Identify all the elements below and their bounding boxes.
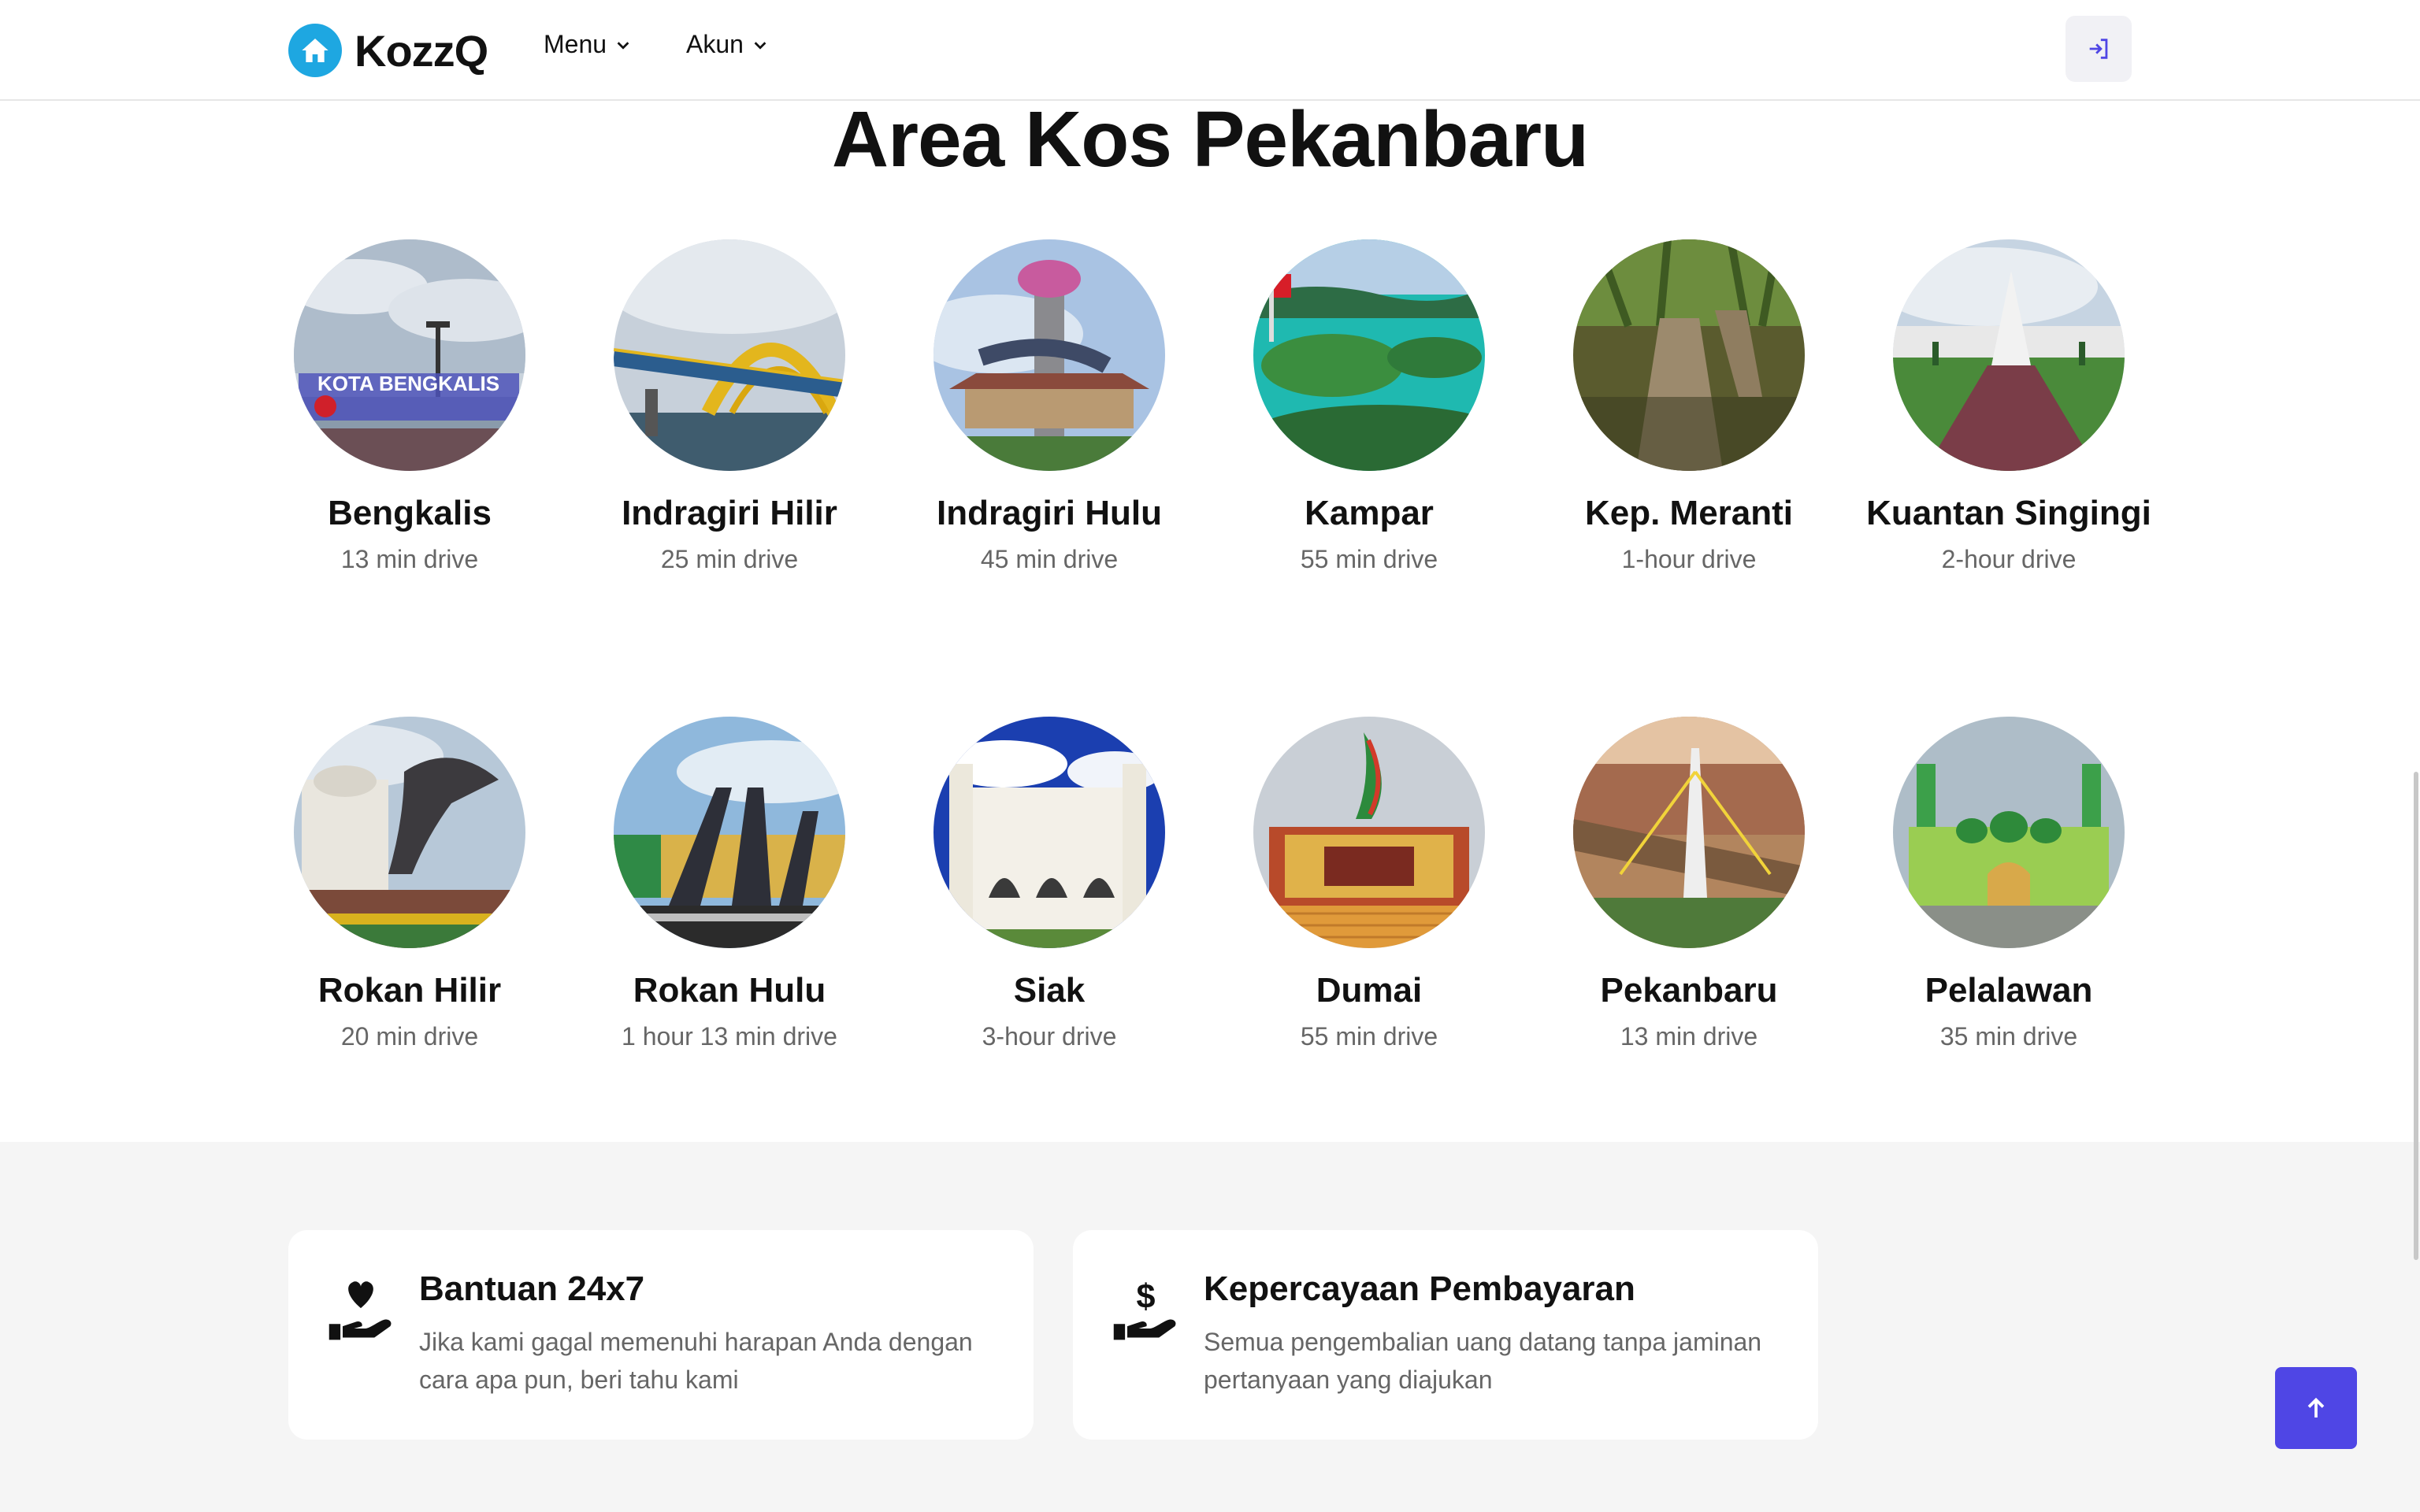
photo-sign-text: KOTA BENGKALIS (317, 372, 499, 395)
area-photo: KOTA BENGKALIS (294, 239, 525, 471)
area-card-pelalawan[interactable]: Pelalawan 35 min drive (1849, 717, 2169, 1052)
area-drive-time: 20 min drive (340, 1022, 479, 1051)
area-drive-time: 45 min drive (980, 545, 1119, 573)
area-photo (1893, 717, 2125, 948)
area-drive-time: 1-hour drive (1621, 545, 1757, 573)
nav-menu-dropdown[interactable]: Menu (544, 30, 632, 59)
area-card-kep-meranti[interactable]: Kep. Meranti 1-hour drive (1529, 239, 1849, 575)
login-icon (2089, 39, 2108, 59)
area-card-pekanbaru[interactable]: Pekanbaru 13 min drive (1529, 717, 1849, 1052)
top-navbar: KozzQ Menu Akun (0, 0, 2420, 101)
feature-title: Kepercayaan Pembayaran (1204, 1269, 1635, 1308)
area-photo (933, 239, 1165, 471)
login-button[interactable] (2066, 16, 2132, 82)
area-name: Rokan Hilir (317, 971, 502, 1010)
area-photo (933, 717, 1165, 948)
area-name: Rokan Hulu (633, 971, 826, 1010)
area-drive-time: 35 min drive (1939, 1022, 2078, 1051)
nav-menu-label: Menu (544, 30, 607, 58)
area-drive-time: 55 min drive (1300, 1022, 1438, 1051)
area-photo (1253, 717, 1485, 948)
area-name: Indragiri Hulu (937, 494, 1162, 532)
area-card-kampar[interactable]: Kampar 55 min drive (1209, 239, 1529, 575)
area-drive-time: 3-hour drive (982, 1022, 1117, 1051)
chevron-down-icon (754, 41, 766, 50)
hand-heart-icon (328, 1281, 392, 1340)
area-photo (1253, 239, 1485, 471)
area-name: Dumai (1316, 971, 1423, 1010)
area-name: Indragiri Hilir (622, 494, 837, 532)
area-photo (614, 239, 845, 471)
feature-card-payment: $ Kepercayaan Pembayaran Semua pengembal… (1073, 1230, 1818, 1440)
area-card-bengkalis[interactable]: KOTA BENGKALIS Bengkalis 13 min drive (250, 239, 570, 575)
hand-dollar-icon: $ (1113, 1278, 1176, 1340)
feature-desc: Jika kami gagal memenuhi harapan Anda de… (419, 1328, 973, 1394)
area-name: Siak (1013, 971, 1086, 1010)
area-photo (1893, 239, 2125, 471)
nav-akun-dropdown[interactable]: Akun (686, 30, 769, 59)
area-drive-time: 1 hour 13 min drive (622, 1022, 837, 1051)
svg-text:$: $ (1137, 1278, 1156, 1316)
area-card-rokan-hilir[interactable]: Rokan Hilir 20 min drive (250, 717, 570, 1052)
area-photo (1573, 239, 1805, 471)
area-drive-time: 2-hour drive (1941, 545, 2077, 573)
brand-name: KozzQ (354, 25, 488, 76)
area-drive-time: 13 min drive (1620, 1022, 1758, 1051)
scroll-to-top-button[interactable] (2275, 1367, 2357, 1449)
area-name: Kampar (1305, 494, 1434, 532)
area-card-rokan-hulu[interactable]: Rokan Hulu 1 hour 13 min drive (570, 717, 889, 1052)
home-icon (288, 24, 342, 77)
area-card-dumai[interactable]: Dumai 55 min drive (1209, 717, 1529, 1052)
area-name: Bengkalis (328, 494, 492, 532)
area-name: Kuantan Singingi (1866, 494, 2151, 532)
area-drive-time: 13 min drive (340, 545, 479, 573)
page-scrollbar[interactable] (2414, 772, 2418, 1260)
feature-title: Bantuan 24x7 (419, 1269, 645, 1308)
feature-desc: Semua pengembalian uang datang tanpa jam… (1204, 1328, 1762, 1394)
area-photo (614, 717, 845, 948)
section-title: Area Kos Pekanbaru (831, 95, 1589, 183)
feature-card-support: Bantuan 24x7 Jika kami gagal memenuhi ha… (288, 1230, 1034, 1440)
area-drive-time: 25 min drive (660, 545, 799, 573)
features-section: Bantuan 24x7 Jika kami gagal memenuhi ha… (0, 1142, 2420, 1512)
chevron-down-icon (617, 41, 629, 50)
nav-akun-label: Akun (686, 30, 744, 58)
area-card-siak[interactable]: Siak 3-hour drive (889, 717, 1209, 1052)
area-card-indragiri-hilir[interactable]: Indragiri Hilir 25 min drive (570, 239, 889, 575)
area-name: Pekanbaru (1600, 971, 1778, 1010)
area-photo (1573, 717, 1805, 948)
area-photo (294, 717, 525, 948)
area-card-indragiri-hulu[interactable]: Indragiri Hulu 45 min drive (889, 239, 1209, 575)
area-card-kuantan-singingi[interactable]: Kuantan Singingi 2-hour drive (1849, 239, 2169, 575)
arrow-up-icon (2307, 1397, 2325, 1418)
area-drive-time: 55 min drive (1300, 545, 1438, 573)
area-name: Pelalawan (1924, 971, 2093, 1010)
brand-logo[interactable]: KozzQ (288, 24, 488, 77)
area-name: Kep. Meranti (1584, 494, 1794, 532)
